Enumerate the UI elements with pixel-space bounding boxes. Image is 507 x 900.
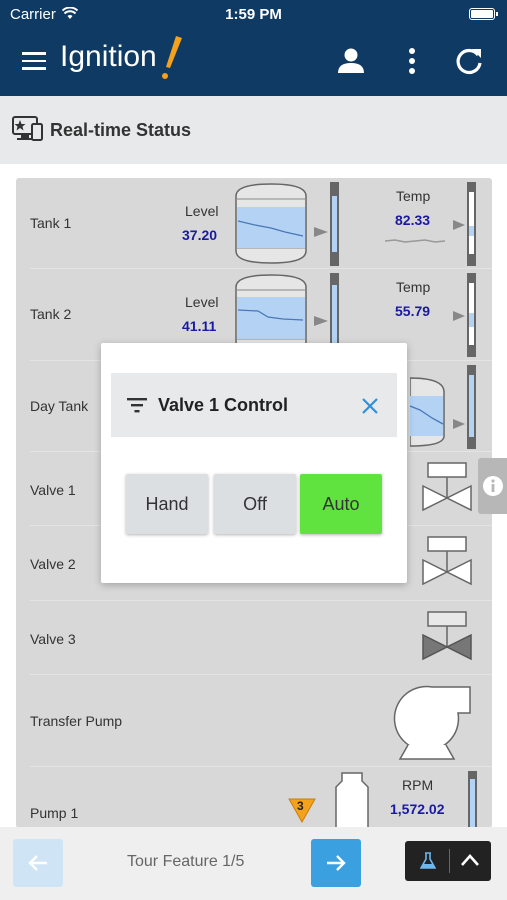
day-tank-graphic [410,377,445,447]
level-indicator [453,365,476,449]
auto-button[interactable]: Auto [300,474,382,534]
row-label: Day Tank [30,398,89,414]
temp-label: Temp [396,188,431,204]
valve-1-icon [422,462,472,512]
info-tab[interactable] [478,458,507,514]
row-label: Valve 3 [30,631,76,647]
rpm-label: RPM [402,777,434,793]
valve-control-popup: Valve 1 Control Hand Off Auto [101,343,407,583]
row-label: Tank 2 [30,306,72,322]
user-icon[interactable] [336,46,366,76]
tank-1-row[interactable]: Tank 1 Level 37.20 Temp 82.33 [30,178,492,269]
row-label: Transfer Pump [30,713,123,729]
valve-2-icon [422,536,472,586]
rpm-value: 1,572.02 [390,801,445,817]
flask-icon[interactable] [420,852,436,870]
temp-value: 82.33 [395,212,431,228]
alarm-count: 3 [297,799,304,813]
filter-icon [127,398,147,413]
battery-icon [469,8,498,20]
dev-toolbar[interactable] [405,841,491,881]
hand-button[interactable]: Hand [126,474,208,534]
off-button[interactable]: Off [214,474,296,534]
level-indicator [314,182,339,266]
temp-indicator [453,182,476,266]
level-label: Level [185,294,219,310]
transfer-pump-row[interactable]: Transfer Pump [30,675,492,767]
level-value: 37.20 [182,227,218,243]
valve-3-row[interactable]: Valve 3 [30,601,492,675]
status-bar: Carrier 1:59 PM [0,0,507,28]
valve-3-icon [422,611,472,661]
level-value: 41.11 [182,318,217,334]
temp-value: 55.79 [395,303,431,319]
page-header: Real-time Status [0,96,507,164]
close-icon[interactable] [361,397,379,415]
monitor-icon [12,116,43,141]
chevron-up-icon[interactable] [460,853,480,867]
pump-1-icon [335,772,369,828]
popup-header: Valve 1 Control [111,373,397,437]
row-label: Tank 1 [30,215,72,231]
row-label: Valve 2 [30,556,76,572]
tank-1-graphic [235,183,307,264]
page-title: Real-time Status [50,120,192,140]
app-header: Ignition [0,28,507,96]
menu-icon[interactable] [22,52,46,70]
arrow-right-icon [327,855,346,871]
clock: 1:59 PM [225,6,282,23]
logo-text: Ignition [60,40,157,73]
row-label: Valve 1 [30,482,76,498]
temp-sparkline [385,239,445,243]
logo-mark [162,36,182,79]
temp-label: Temp [396,279,431,295]
tour-bar: Tour Feature 1/5 [0,827,507,900]
pump-icon [393,685,471,760]
more-vert-icon[interactable] [397,46,427,76]
popup-title: Valve 1 Control [158,395,289,415]
tour-label: Tour Feature 1/5 [127,853,245,870]
row-label: Pump 1 [30,805,79,821]
tour-prev-button[interactable] [13,839,63,887]
refresh-icon[interactable] [454,46,484,76]
info-icon [483,476,503,496]
ignition-logo: Ignition [60,36,182,79]
pump-1-row[interactable]: Pump 1 3 RPM 1,572.02 [30,767,492,828]
divider [449,849,450,873]
temp-indicator [453,273,476,357]
level-label: Level [185,203,219,219]
arrow-left-icon [28,855,47,871]
rpm-indicator [468,771,477,828]
tour-next-button[interactable] [311,839,361,887]
